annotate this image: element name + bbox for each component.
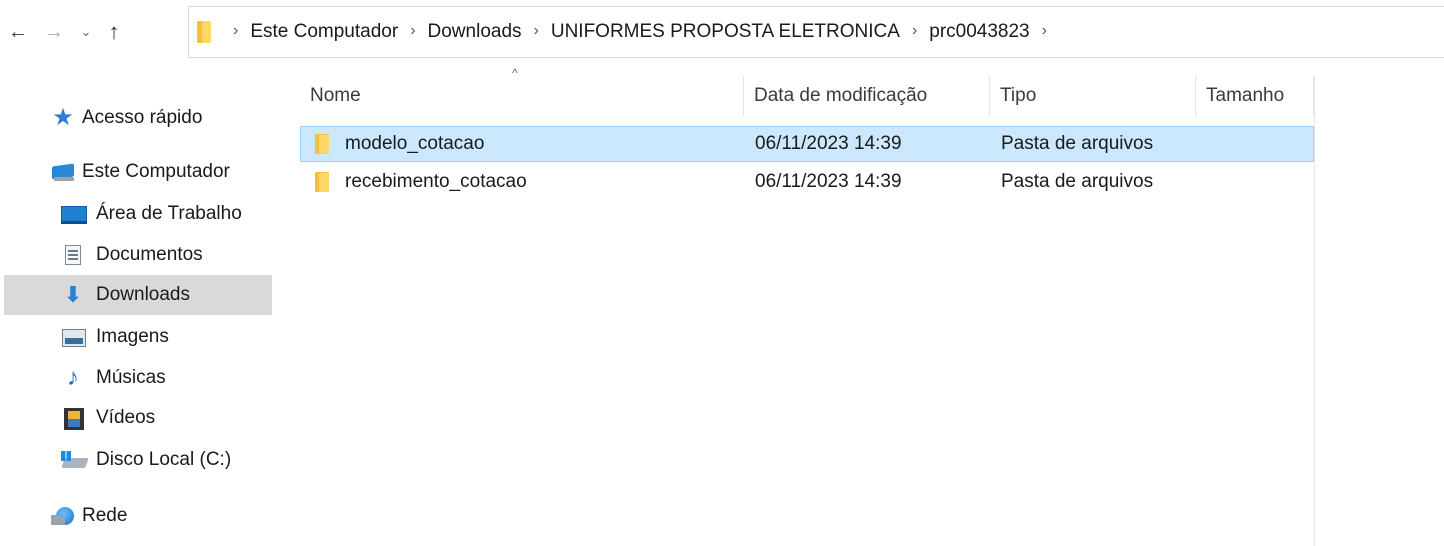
sidebar-item-label: Vídeos (96, 407, 156, 428)
sidebar-item-rede[interactable]: Rede (4, 496, 272, 536)
download-icon: ⬇ (63, 282, 83, 307)
breadcrumb-separator-icon[interactable]: › (1042, 22, 1047, 40)
navigation-bar: ← → ⌄ ↑ › Este Computador › Downloads › … (0, 0, 1444, 66)
file-name: modelo_cotacao (345, 133, 485, 154)
sidebar-item-downloads[interactable]: ⬇ Downloads (4, 275, 272, 315)
music-icon: ♪ (67, 364, 79, 391)
file-type: Pasta de arquivos (1001, 171, 1154, 192)
breadcrumb-separator-icon[interactable]: › (410, 22, 415, 40)
breadcrumb-separator-icon[interactable]: › (912, 22, 917, 40)
breadcrumb-este-computador[interactable]: Este Computador (250, 21, 398, 43)
pictures-icon (60, 326, 86, 348)
file-list: ^ Nome Data de modificação Tipo Tamanho … (276, 66, 1444, 546)
computer-icon (50, 161, 76, 183)
sidebar-item-label: Músicas (96, 367, 166, 388)
column-header-type[interactable]: Tipo (990, 76, 1196, 116)
table-row[interactable]: modelo_cotacao 06/11/2023 14:39 Pasta de… (300, 126, 1314, 162)
back-button[interactable]: ← (4, 18, 32, 46)
table-row[interactable]: recebimento_cotacao 06/11/2023 14:39 Pas… (300, 164, 1314, 200)
folder-icon (315, 172, 329, 192)
folder-icon (315, 134, 329, 154)
folder-icon (197, 21, 211, 43)
sidebar-item-videos[interactable]: Vídeos (4, 398, 272, 438)
breadcrumb-uniformes[interactable]: UNIFORMES PROPOSTA ELETRONICA (551, 21, 900, 43)
sidebar-item-disco-local[interactable]: Disco Local (C:) (4, 440, 272, 480)
file-date: 06/11/2023 14:39 (755, 171, 902, 192)
navigation-pane: ★ Acesso rápido Este Computador Área de … (0, 66, 276, 546)
breadcrumb-separator-icon[interactable]: › (233, 22, 238, 40)
sidebar-item-label: Downloads (96, 284, 190, 305)
breadcrumb-downloads[interactable]: Downloads (428, 21, 522, 43)
sidebar-item-label: Área de Trabalho (96, 203, 242, 224)
sidebar-item-documentos[interactable]: Documentos (4, 235, 272, 275)
breadcrumb-separator-icon[interactable]: › (534, 22, 539, 40)
disk-icon (60, 449, 89, 471)
file-explorer-window: ← → ⌄ ↑ › Este Computador › Downloads › … (0, 0, 1444, 546)
sidebar-item-area-de-trabalho[interactable]: Área de Trabalho (4, 194, 272, 234)
desktop-icon (60, 203, 87, 225)
file-type: Pasta de arquivos (1001, 133, 1154, 154)
file-date: 06/11/2023 14:39 (755, 133, 902, 154)
forward-button[interactable]: → (40, 18, 68, 46)
star-icon: ★ (52, 104, 74, 131)
sidebar-item-este-computador[interactable]: Este Computador (4, 152, 272, 192)
recent-locations-chevron-icon[interactable]: ⌄ (72, 18, 100, 46)
column-divider (1314, 76, 1315, 546)
column-header-date[interactable]: Data de modificação (744, 76, 990, 116)
file-name: recebimento_cotacao (345, 171, 527, 192)
videos-icon (60, 407, 86, 430)
sidebar-item-label: Disco Local (C:) (96, 449, 232, 470)
sidebar-item-acesso-rapido[interactable]: ★ Acesso rápido (4, 98, 272, 138)
network-icon (50, 505, 76, 527)
sidebar-item-label: Imagens (96, 326, 169, 347)
up-button[interactable]: ↑ (100, 18, 128, 46)
sidebar-item-label: Acesso rápido (82, 107, 203, 128)
column-header-size[interactable]: Tamanho (1196, 76, 1314, 116)
breadcrumb-prc0043823[interactable]: prc0043823 (929, 21, 1029, 43)
address-bar[interactable]: › Este Computador › Downloads › UNIFORME… (188, 6, 1444, 58)
sidebar-item-label: Este Computador (82, 161, 230, 182)
sidebar-item-label: Documentos (96, 244, 203, 265)
documents-icon (60, 244, 86, 266)
sidebar-item-label: Rede (82, 505, 128, 526)
column-header-name[interactable]: Nome (300, 76, 744, 116)
sidebar-item-imagens[interactable]: Imagens (4, 317, 272, 357)
sidebar-item-musicas[interactable]: ♪ Músicas (4, 358, 272, 398)
